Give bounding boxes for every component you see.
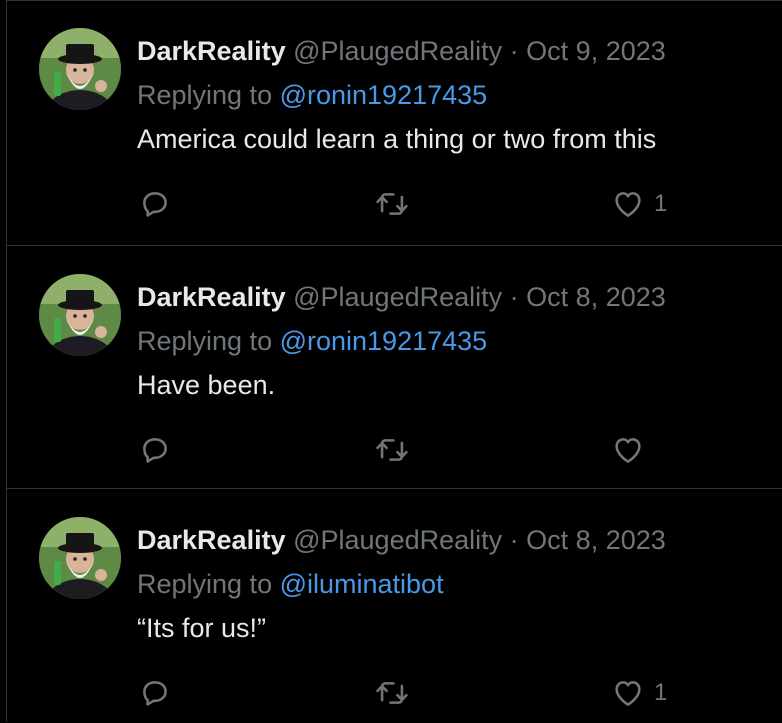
mention-link[interactable]: @ronin19217435	[280, 326, 488, 356]
replying-to: Replying to @ronin19217435	[137, 78, 487, 112]
heart-icon	[615, 438, 641, 463]
retweet-icon	[376, 439, 408, 461]
separator-dot: ·	[509, 282, 519, 312]
separator-dot: ·	[509, 525, 519, 555]
reply-icon	[143, 438, 167, 463]
user-handle[interactable]: @PlaugedReality	[293, 525, 502, 555]
avatar[interactable]	[39, 274, 121, 356]
reply-thread: DarkReality @PlaugedReality · Oct 9, 202…	[6, 0, 782, 722]
avatar-image	[39, 274, 121, 356]
replying-to-prefix: Replying to	[137, 569, 280, 599]
user-handle[interactable]: @PlaugedReality	[293, 36, 502, 66]
heart-icon	[615, 192, 641, 217]
replying-to-prefix: Replying to	[137, 326, 280, 356]
tweet-date[interactable]: Oct 9, 2023	[526, 36, 666, 66]
retweet-icon	[376, 682, 408, 704]
reply-button[interactable]	[138, 430, 172, 470]
reply-button[interactable]	[138, 673, 172, 713]
avatar[interactable]	[39, 517, 121, 599]
replying-to: Replying to @iluminatibot	[137, 567, 444, 601]
tweet-header: DarkReality @PlaugedReality · Oct 9, 202…	[137, 34, 666, 68]
retweet-button[interactable]	[373, 430, 411, 470]
display-name[interactable]: DarkReality	[137, 525, 286, 555]
like-button[interactable]: 1	[610, 673, 667, 713]
display-name[interactable]: DarkReality	[137, 282, 286, 312]
like-button[interactable]: 1	[610, 184, 667, 224]
like-button[interactable]	[610, 430, 654, 470]
avatar[interactable]	[39, 28, 121, 110]
tweet-actions: 1	[7, 184, 782, 224]
display-name[interactable]: DarkReality	[137, 36, 286, 66]
tweet-text: “Its for us!”	[137, 613, 267, 643]
like-count: 1	[654, 190, 668, 217]
like-count: 1	[654, 679, 668, 706]
user-handle[interactable]: @PlaugedReality	[293, 282, 502, 312]
replying-to: Replying to @ronin19217435	[137, 324, 487, 358]
tweet-date[interactable]: Oct 8, 2023	[526, 525, 666, 555]
tweet-text: America could learn a thing or two from …	[137, 124, 657, 154]
tweet-actions	[7, 430, 782, 470]
tweet[interactable]: DarkReality @PlaugedReality · Oct 8, 202…	[7, 490, 782, 723]
mention-link[interactable]: @iluminatibot	[280, 569, 444, 599]
heart-icon	[615, 681, 641, 706]
retweet-button[interactable]	[373, 184, 411, 224]
tweet[interactable]: DarkReality @PlaugedReality · Oct 8, 202…	[7, 247, 782, 489]
reply-icon	[143, 681, 167, 706]
tweet-date[interactable]: Oct 8, 2023	[526, 282, 666, 312]
separator-dot: ·	[509, 36, 519, 66]
tweet-header: DarkReality @PlaugedReality · Oct 8, 202…	[137, 523, 666, 557]
reply-icon	[143, 192, 167, 217]
replying-to-prefix: Replying to	[137, 80, 280, 110]
mention-link[interactable]: @ronin19217435	[280, 80, 488, 110]
reply-button[interactable]	[138, 184, 172, 224]
tweet-header: DarkReality @PlaugedReality · Oct 8, 202…	[137, 280, 666, 314]
tweet-actions: 1	[7, 673, 782, 713]
tweet[interactable]: DarkReality @PlaugedReality · Oct 9, 202…	[7, 1, 782, 246]
retweet-button[interactable]	[373, 673, 411, 713]
retweet-icon	[376, 193, 408, 215]
tweet-text: Have been.	[137, 370, 276, 400]
avatar-image	[39, 517, 121, 599]
avatar-image	[39, 28, 121, 110]
